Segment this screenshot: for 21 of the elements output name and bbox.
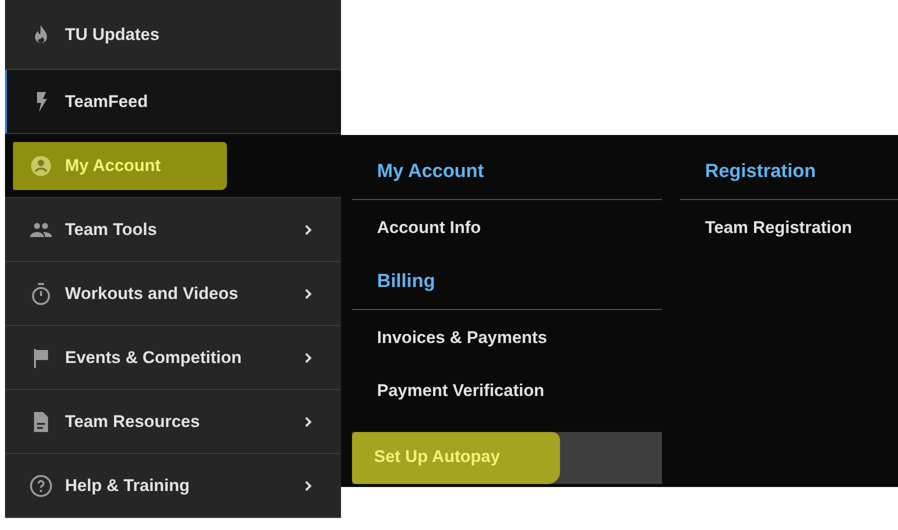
section-heading: Billing bbox=[352, 269, 662, 310]
section-heading: My Account bbox=[352, 159, 662, 200]
person-circle-icon bbox=[29, 154, 53, 178]
menu-label: Workouts and Videos bbox=[65, 284, 238, 304]
menu-label: Team Tools bbox=[65, 220, 157, 240]
submenu-link[interactable]: Team Registration bbox=[680, 216, 898, 269]
sidebar-item[interactable]: Help & Training bbox=[5, 454, 341, 518]
menu-label: Team Resources bbox=[65, 412, 200, 432]
submenu-link[interactable]: Invoices & Payments bbox=[352, 326, 662, 379]
menu-label: TeamFeed bbox=[65, 92, 148, 112]
sidebar-item[interactable]: TeamFeed bbox=[5, 70, 341, 134]
menu-label: Help & Training bbox=[65, 476, 190, 496]
stopwatch-icon bbox=[29, 282, 53, 306]
help-icon bbox=[29, 474, 53, 498]
section-heading: Registration bbox=[680, 159, 898, 200]
submenu-link[interactable]: Payment Verification bbox=[352, 379, 662, 432]
submenu-link[interactable]: Account Info bbox=[352, 216, 662, 269]
menu-label: TU Updates bbox=[65, 24, 160, 44]
sidebar-item[interactable]: Team Resources bbox=[5, 390, 341, 454]
menu-label: Events & Competition bbox=[65, 348, 242, 368]
menu-label: My Account bbox=[65, 156, 161, 176]
